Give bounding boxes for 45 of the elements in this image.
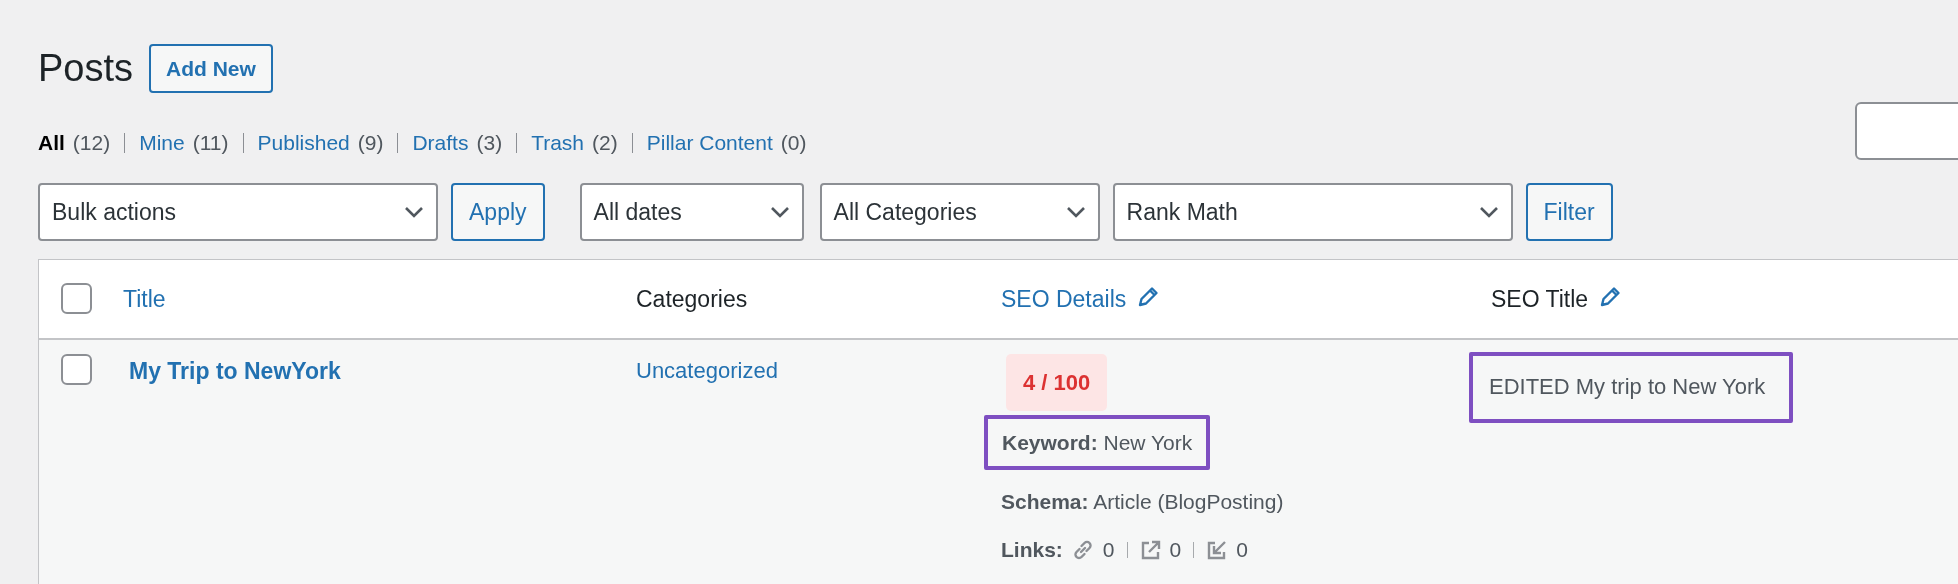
view-link[interactable]: Published bbox=[257, 127, 350, 159]
search-field[interactable] bbox=[1855, 102, 1958, 160]
seo-score-badge: 4 / 100 bbox=[1006, 353, 1108, 411]
link-count: 0 bbox=[1236, 536, 1248, 563]
view-link[interactable]: Pillar Content bbox=[646, 127, 773, 159]
checkbox[interactable] bbox=[61, 283, 92, 315]
links-label: Links: bbox=[1001, 536, 1063, 563]
column-header: Categories bbox=[636, 285, 748, 312]
select-field[interactable]: Rank Math bbox=[1112, 182, 1513, 241]
chevron-down-icon bbox=[1478, 205, 1499, 218]
chevron-down-icon bbox=[1065, 205, 1086, 218]
apply-button[interactable]: Apply bbox=[451, 182, 545, 241]
select-field[interactable]: All dates bbox=[579, 182, 804, 241]
seo-title-text: EDITED My trip to New York bbox=[1469, 351, 1794, 423]
filter-button[interactable]: Filter bbox=[1525, 182, 1613, 241]
link-count: 0 bbox=[1169, 536, 1182, 563]
add-new-button[interactable]: Add New bbox=[149, 44, 273, 94]
view-count: (9) bbox=[357, 130, 384, 157]
focus-keyword: Keyword: New York bbox=[984, 414, 1211, 471]
view-link[interactable]: Trash bbox=[531, 127, 585, 159]
select-field[interactable]: All Categories bbox=[819, 182, 1100, 241]
view-count: (3) bbox=[476, 130, 503, 157]
page-title: Posts bbox=[38, 45, 134, 91]
column-header: SEO Title bbox=[1491, 285, 1623, 312]
category-link[interactable]: Uncategorized bbox=[636, 357, 778, 383]
view-link[interactable]: Drafts bbox=[412, 127, 469, 159]
external-link-icon bbox=[1139, 538, 1162, 561]
checkbox[interactable] bbox=[61, 353, 92, 385]
view-count: (11) bbox=[192, 130, 229, 157]
post-title-link[interactable]: My Trip to NewYork bbox=[129, 357, 341, 384]
view-count: (2) bbox=[592, 130, 618, 157]
pencil-icon[interactable] bbox=[1598, 284, 1623, 309]
view-link[interactable]: Mine bbox=[139, 127, 185, 159]
pencil-icon[interactable] bbox=[1136, 284, 1161, 309]
view-link[interactable]: All bbox=[38, 127, 65, 159]
column-header[interactable]: Title bbox=[123, 285, 166, 312]
chevron-down-icon bbox=[404, 205, 424, 218]
view-count: (0) bbox=[780, 130, 807, 157]
link-count: 0 bbox=[1102, 536, 1115, 563]
select-field[interactable]: Bulk actions bbox=[38, 182, 438, 241]
schema-text: Schema: Article (BlogPosting) bbox=[1001, 489, 1285, 516]
view-count: (12) bbox=[72, 130, 111, 157]
column-header[interactable]: SEO Details bbox=[1001, 285, 1161, 312]
chevron-down-icon bbox=[769, 205, 790, 218]
incoming-link-icon bbox=[1206, 538, 1229, 561]
